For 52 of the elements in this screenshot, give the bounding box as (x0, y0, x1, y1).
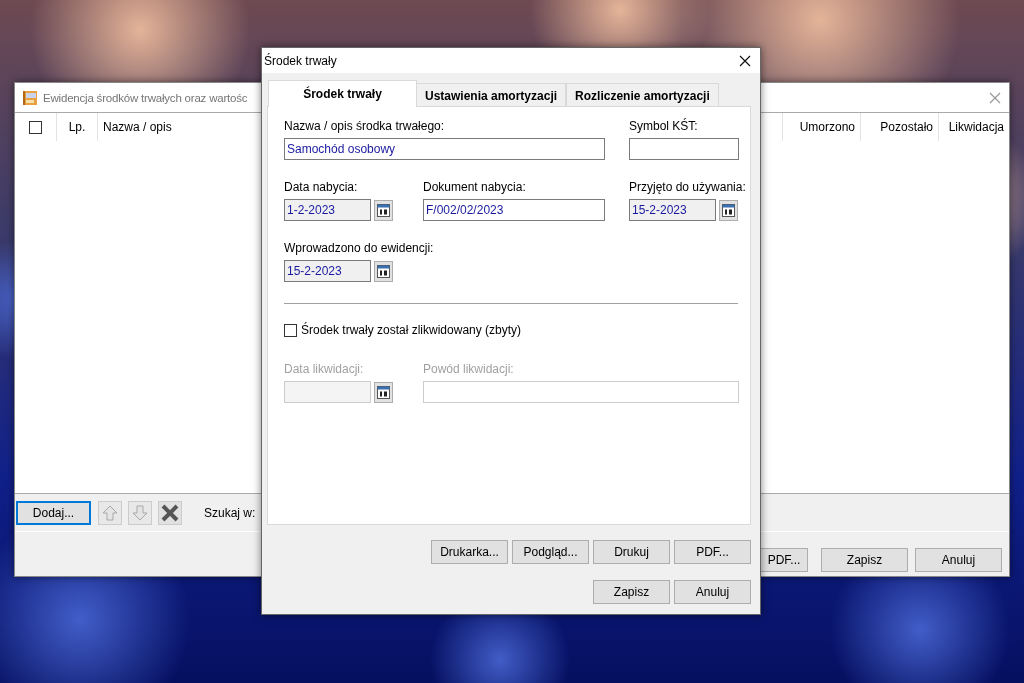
print-button[interactable]: Drukuj (593, 540, 670, 564)
print-button[interactable]: Drukarka... (431, 540, 508, 564)
text-field[interactable]: Samochód osobowy (284, 138, 605, 160)
window-title: Środek trwały (264, 53, 337, 68)
field-label: Powód likwidacji: (423, 362, 514, 376)
column-header[interactable]: Nazwa / opis (103, 120, 172, 134)
calendar-icon (722, 203, 735, 217)
field-label: Data nabycia: (284, 180, 358, 194)
delete-button[interactable] (158, 501, 182, 525)
calendar-button[interactable] (374, 381, 393, 403)
column-header[interactable]: Pozostało (880, 120, 933, 134)
date-field[interactable]: 15-2-2023 (284, 260, 371, 282)
dialog-button[interactable]: PDF... (760, 548, 808, 572)
delete-icon (160, 503, 180, 523)
calendar-button[interactable] (374, 199, 393, 221)
arrow-up-icon (100, 503, 120, 523)
field-label: Przyjęto do używania: (629, 180, 746, 194)
column-header[interactable]: Likwidacja (948, 120, 1004, 134)
dialog-button[interactable]: Anuluj (915, 548, 1002, 572)
dialog-button[interactable]: Zapisz (593, 580, 670, 604)
calendar-icon (377, 264, 390, 278)
tab[interactable]: Środek trwały (268, 80, 417, 107)
select-all-checkbox[interactable] (29, 120, 42, 134)
print-button[interactable]: Podgląd... (512, 540, 589, 564)
notebook-icon (22, 89, 38, 106)
checkbox-label: Środek trwały został zlikwidowany (zbyty) (301, 323, 522, 337)
field-label: Dokument nabycia: (423, 180, 526, 194)
print-button[interactable]: PDF... (674, 540, 751, 564)
arrow-down-icon (130, 503, 150, 523)
window-title: Ewidencja środków trwałych oraz wartośc (43, 91, 248, 104)
tab[interactable]: Rozliczenie amortyzacji (566, 83, 719, 107)
calendar-icon (377, 203, 390, 217)
column-header[interactable]: Umorzono (799, 120, 855, 134)
field-label: Symbol KŚT: (629, 119, 698, 133)
calendar-icon (377, 385, 390, 399)
column-header[interactable]: Lp. (68, 120, 86, 134)
close-icon[interactable] (739, 54, 751, 67)
date-field[interactable]: 1-2-2023 (284, 199, 371, 221)
dialog-button[interactable]: Anuluj (674, 580, 751, 604)
add-button[interactable]: Dodaj... (16, 501, 91, 525)
search-label: Szukaj w: (204, 506, 256, 520)
text-field[interactable] (629, 138, 739, 160)
field-label: Wprowadzono do ewidencji: (284, 241, 434, 255)
text-field[interactable]: F/002/02/2023 (423, 199, 605, 221)
calendar-button[interactable] (719, 199, 738, 221)
checkbox[interactable] (284, 323, 297, 337)
dialog-button[interactable]: Zapisz (821, 548, 908, 572)
calendar-button[interactable] (374, 260, 393, 282)
field-label: Nazwa / opis środka trwałego: (284, 119, 445, 133)
tab[interactable]: Ustawienia amortyzacji (416, 83, 567, 107)
date-field[interactable]: 15-2-2023 (629, 199, 716, 221)
field-label: Data likwidacji: (284, 362, 364, 376)
